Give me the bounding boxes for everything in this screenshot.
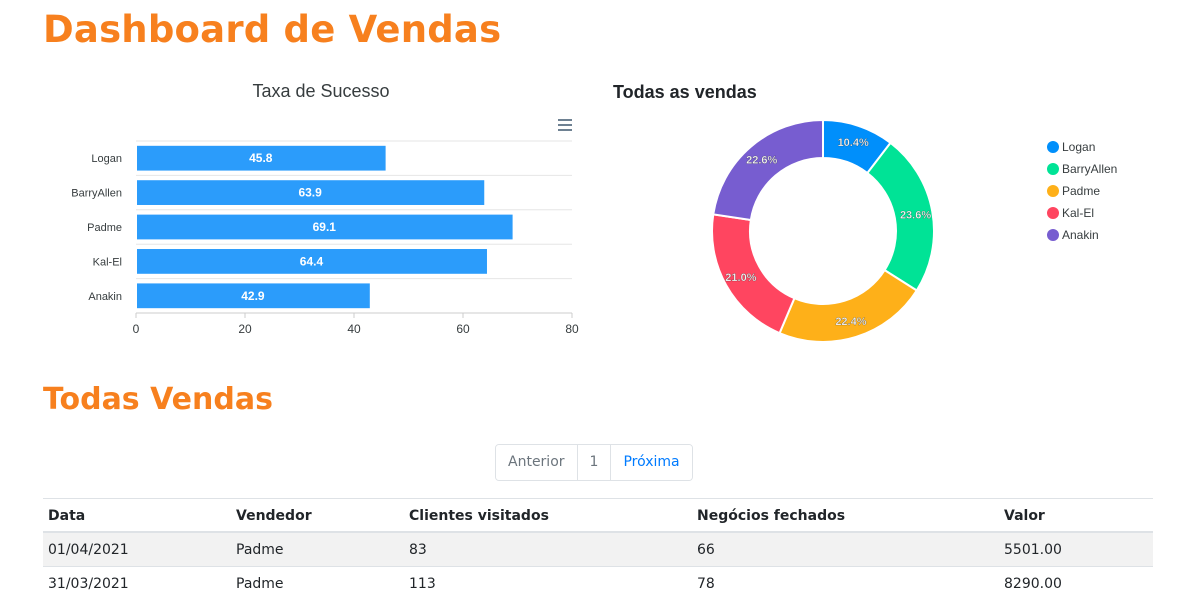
all-sales-donut-chart: Todas as vendas 10.4% 23.6% 22.4% 21.0% 22.6…: [613, 82, 1117, 343]
legend-item-logan[interactable]: Logan: [1047, 140, 1095, 154]
category-label: Anakin: [88, 291, 122, 303]
slice-data-label: 21.0%: [725, 272, 756, 284]
slice-data-label: 22.4%: [835, 316, 866, 328]
legend-item-padme[interactable]: Padme: [1047, 184, 1100, 198]
legend-label: Kal-El: [1062, 206, 1094, 220]
page-title: Dashboard de Vendas: [43, 8, 502, 51]
cell-clients-visited: 83: [404, 531, 692, 567]
legend-marker: [1047, 207, 1059, 219]
cell-seller: Padme: [231, 566, 404, 600]
cell-seller: Padme: [231, 531, 404, 567]
category-label: Kal-El: [93, 256, 122, 268]
cell-date: 31/03/2021: [43, 566, 231, 600]
slice-data-label: 22.6%: [746, 155, 777, 167]
legend-label: Padme: [1062, 184, 1100, 198]
x-tick-label: 0: [133, 322, 140, 336]
bar-data-label: 42.9: [241, 289, 265, 303]
slice-padme[interactable]: [778, 268, 919, 343]
bar-chart-title: Taxa de Sucesso: [252, 81, 389, 101]
bar-data-label: 45.8: [249, 151, 273, 165]
category-label: BarryAllen: [71, 188, 122, 200]
column-header-deals-closed[interactable]: Negócios fechados: [692, 498, 999, 533]
x-tick-label: 20: [238, 322, 252, 336]
table-header-row: Data Vendedor Clientes visitados Negócio…: [43, 498, 1153, 533]
section-title: Todas Vendas: [43, 382, 273, 417]
category-label: Logan: [91, 153, 122, 165]
legend-marker: [1047, 141, 1059, 153]
column-header-clients-visited[interactable]: Clientes visitados: [404, 498, 692, 533]
column-header-seller[interactable]: Vendedor: [231, 498, 404, 533]
legend-marker: [1047, 229, 1059, 241]
table-row: 01/04/2021 Padme 83 66 5501.00: [43, 531, 1153, 567]
pagination-page-1[interactable]: 1: [576, 445, 611, 480]
x-tick-label: 60: [456, 322, 470, 336]
x-tick-label: 80: [565, 322, 579, 336]
cell-value: 8290.00: [999, 566, 1153, 600]
sales-table: Data Vendedor Clientes visitados Negócio…: [43, 498, 1153, 600]
cell-clients-visited: 113: [404, 566, 692, 600]
legend-label: Logan: [1062, 140, 1095, 154]
legend-label: Anakin: [1062, 228, 1099, 242]
legend-marker: [1047, 185, 1059, 197]
pagination: Anterior 1 Próxima: [495, 444, 693, 481]
legend-label: BarryAllen: [1062, 162, 1117, 176]
legend-marker: [1047, 163, 1059, 175]
donut-chart-title: Todas as vendas: [613, 82, 757, 102]
column-header-value[interactable]: Valor: [999, 498, 1153, 533]
success-rate-bar-chart: Taxa de Sucesso 45.8 63.9 69.1 64.4 42.9 Log…: [71, 81, 579, 336]
pagination-next-button[interactable]: Próxima: [610, 445, 692, 480]
category-label: Padme: [87, 222, 122, 234]
cell-date: 01/04/2021: [43, 531, 231, 567]
column-header-date[interactable]: Data: [43, 498, 231, 533]
cell-deals-closed: 66: [692, 531, 999, 567]
hamburger-menu-icon[interactable]: [556, 118, 574, 134]
table-row: 31/03/2021 Padme 113 78 8290.00: [43, 566, 1153, 600]
cell-deals-closed: 78: [692, 566, 999, 600]
slice-data-label: 23.6%: [900, 210, 931, 222]
bar-data-label: 63.9: [298, 186, 322, 200]
legend-item-anakin[interactable]: Anakin: [1047, 228, 1099, 242]
slice-data-label: 10.4%: [838, 137, 869, 149]
legend-item-barryallen[interactable]: BarryAllen: [1047, 162, 1117, 176]
legend-item-kal-el[interactable]: Kal-El: [1047, 206, 1094, 220]
pagination-previous-button[interactable]: Anterior: [496, 445, 577, 480]
bar-data-label: 69.1: [313, 220, 337, 234]
bar-data-label: 64.4: [300, 254, 324, 268]
slice-anakin[interactable]: [712, 118, 824, 222]
cell-value: 5501.00: [999, 531, 1153, 567]
x-tick-label: 40: [347, 322, 361, 336]
